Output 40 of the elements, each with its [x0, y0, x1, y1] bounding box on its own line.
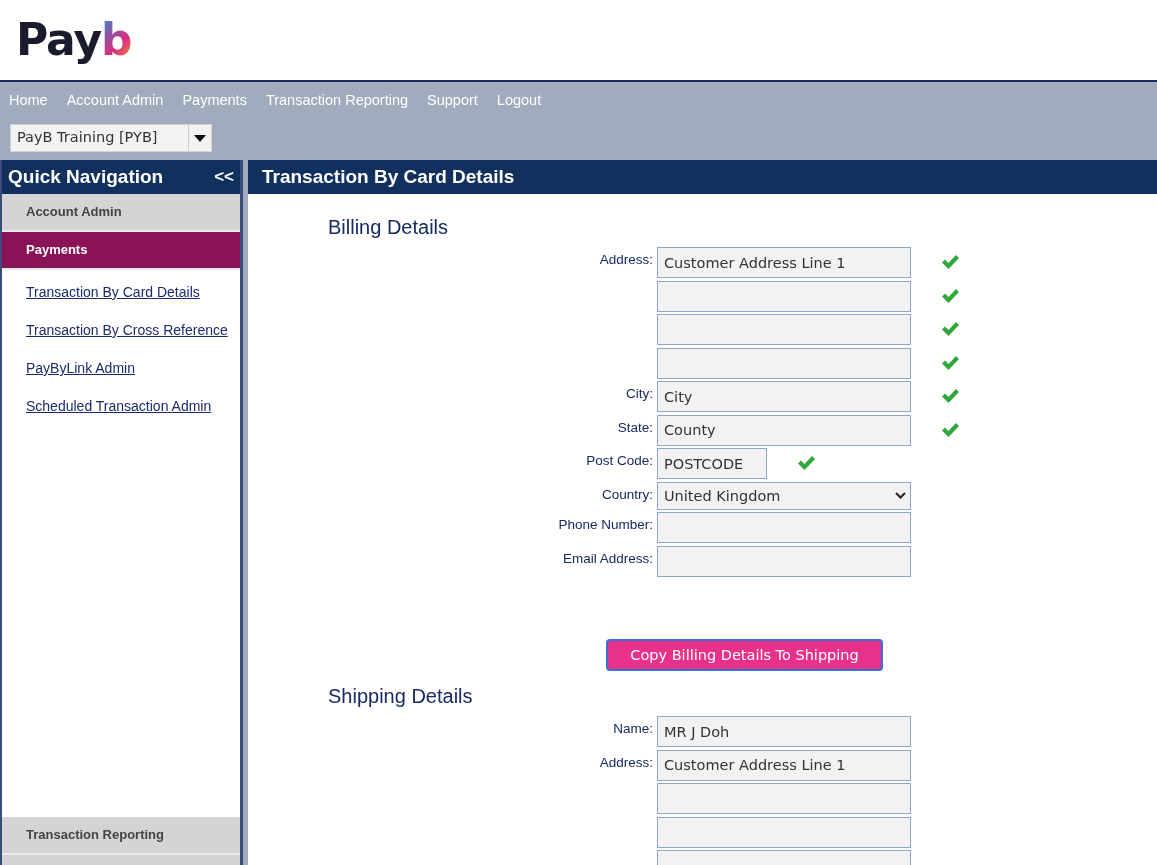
copy-button[interactable]: Copy Billing Details To Shipping: [606, 639, 883, 671]
field-label: Address:: [598, 251, 654, 267]
field-label: Phone Number:: [557, 516, 654, 532]
sidebar-section[interactable]: Account Admin: [2, 194, 240, 232]
field-label: Country:: [600, 485, 654, 502]
input-field[interactable]: [657, 545, 911, 577]
nav-link[interactable]: Transaction By Cross Reference: [26, 322, 228, 338]
chevron-icon: [895, 492, 906, 499]
input-field[interactable]: [657, 314, 911, 345]
field-label: City:: [625, 385, 654, 401]
input-field[interactable]: MR J Doh: [657, 716, 911, 747]
sidebar-title: Quick Navigation: [8, 166, 164, 188]
nav-link[interactable]: Scheduled Transaction Admin: [26, 398, 212, 414]
input-field[interactable]: County: [657, 414, 911, 446]
account-select[interactable]: PayB Training [PYB]: [10, 124, 212, 152]
input-field[interactable]: [657, 816, 911, 848]
section-heading: Shipping Details: [328, 685, 474, 708]
country-select[interactable]: United Kingdom: [657, 481, 911, 510]
input-field[interactable]: Customer Address Line 1: [657, 247, 911, 278]
input-field[interactable]: [657, 280, 911, 312]
field-label: Post Code:: [585, 452, 654, 468]
input-field[interactable]: [657, 512, 911, 543]
field-label: Name:: [612, 720, 654, 736]
field-label: Address:: [598, 753, 654, 770]
collapse-button[interactable]: <<: [214, 167, 234, 187]
input-field[interactable]: POSTCODE: [657, 448, 767, 479]
nav-link[interactable]: PayByLink Admin: [26, 360, 135, 376]
input-field[interactable]: City: [657, 381, 911, 412]
page-title: Transaction By Card Details: [262, 166, 515, 188]
nav-link[interactable]: Transaction By Card Details: [26, 284, 200, 300]
field-label: State:: [616, 418, 654, 435]
input-field[interactable]: [657, 347, 911, 379]
sidebar-section[interactable]: Payments: [2, 232, 240, 270]
sidebar-section[interactable]: Transaction Reporting: [2, 817, 240, 855]
field-label: Email Address:: [561, 549, 654, 566]
section-heading: Billing Details: [328, 216, 450, 239]
input-field[interactable]: [657, 783, 911, 814]
input-field[interactable]: Customer Address Line 1: [657, 749, 911, 781]
logo: Payb: [16, 18, 132, 62]
caret-icon: [194, 134, 206, 142]
